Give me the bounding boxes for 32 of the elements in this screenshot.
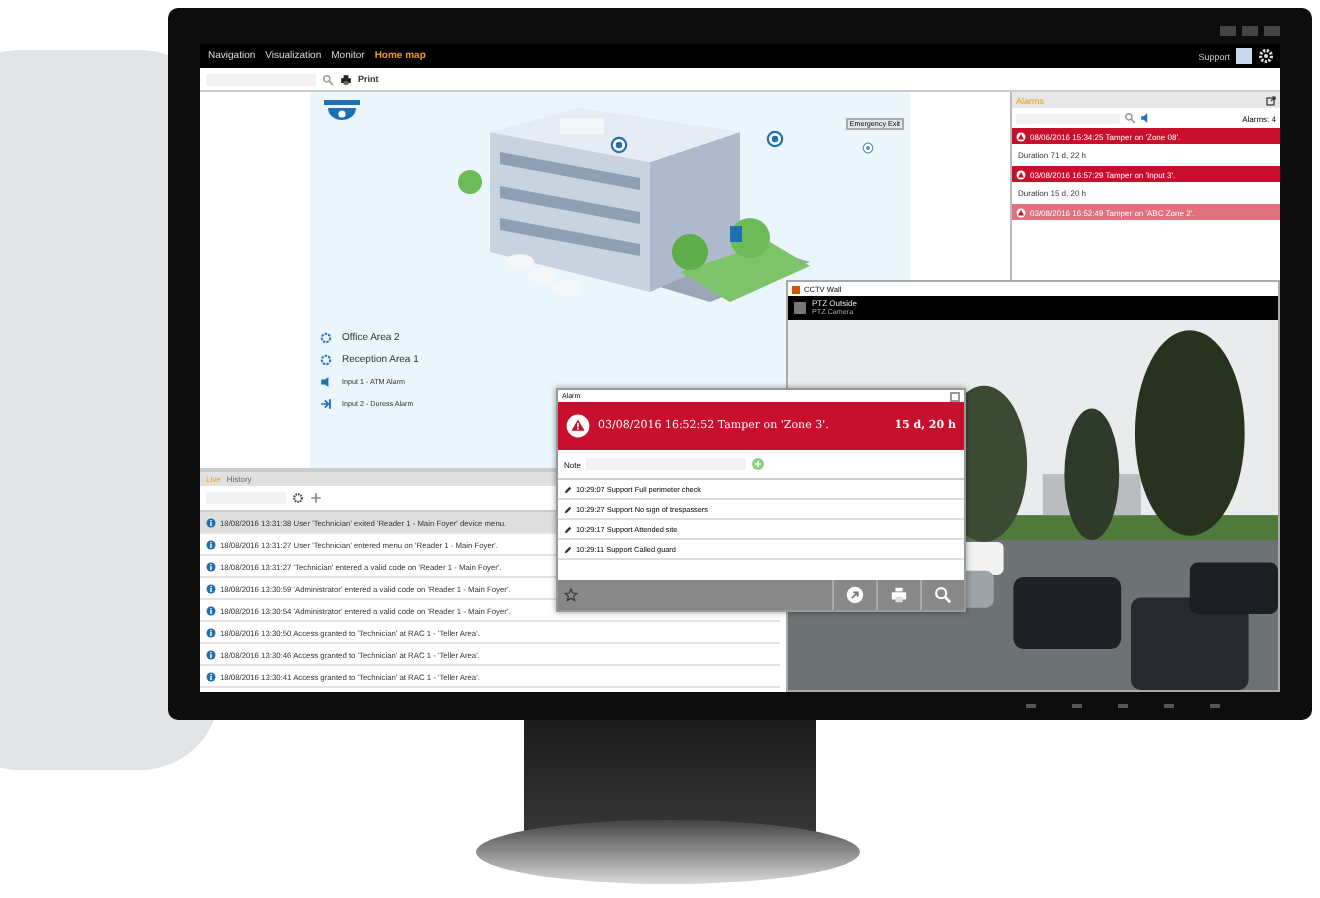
target-icon[interactable]: [766, 130, 784, 148]
info-icon: [206, 627, 216, 637]
warning-icon: [566, 414, 590, 438]
info-icon: [206, 517, 216, 527]
info-icon: [206, 583, 216, 593]
search-icon[interactable]: [322, 73, 334, 85]
settings-icon[interactable]: [1258, 48, 1274, 64]
search-icon[interactable]: [1124, 112, 1136, 124]
arrow-icon: [846, 586, 864, 604]
output-icon[interactable]: [320, 398, 332, 410]
info-icon: [206, 605, 216, 615]
info-icon: [206, 561, 216, 571]
add-icon[interactable]: [752, 458, 765, 470]
plus-icon[interactable]: [310, 492, 322, 504]
target-icon[interactable]: [862, 142, 874, 154]
popout-icon[interactable]: [1266, 95, 1276, 105]
target-icon[interactable]: [610, 136, 628, 154]
speaker-icon[interactable]: [1140, 112, 1152, 124]
app-icon: [792, 285, 800, 293]
info-icon: [206, 671, 216, 681]
info-icon: [206, 539, 216, 549]
print-icon: [890, 586, 908, 604]
warning-icon: [1016, 131, 1026, 141]
gear-icon[interactable]: [292, 492, 304, 504]
warning-icon: [1016, 207, 1026, 217]
print-icon[interactable]: [340, 73, 352, 85]
star-icon[interactable]: [564, 588, 578, 602]
input-icon[interactable]: [320, 376, 332, 388]
info-icon: [206, 649, 216, 659]
camera-icon: [794, 302, 806, 314]
search-icon: [934, 586, 952, 604]
warning-icon: [1016, 169, 1026, 179]
